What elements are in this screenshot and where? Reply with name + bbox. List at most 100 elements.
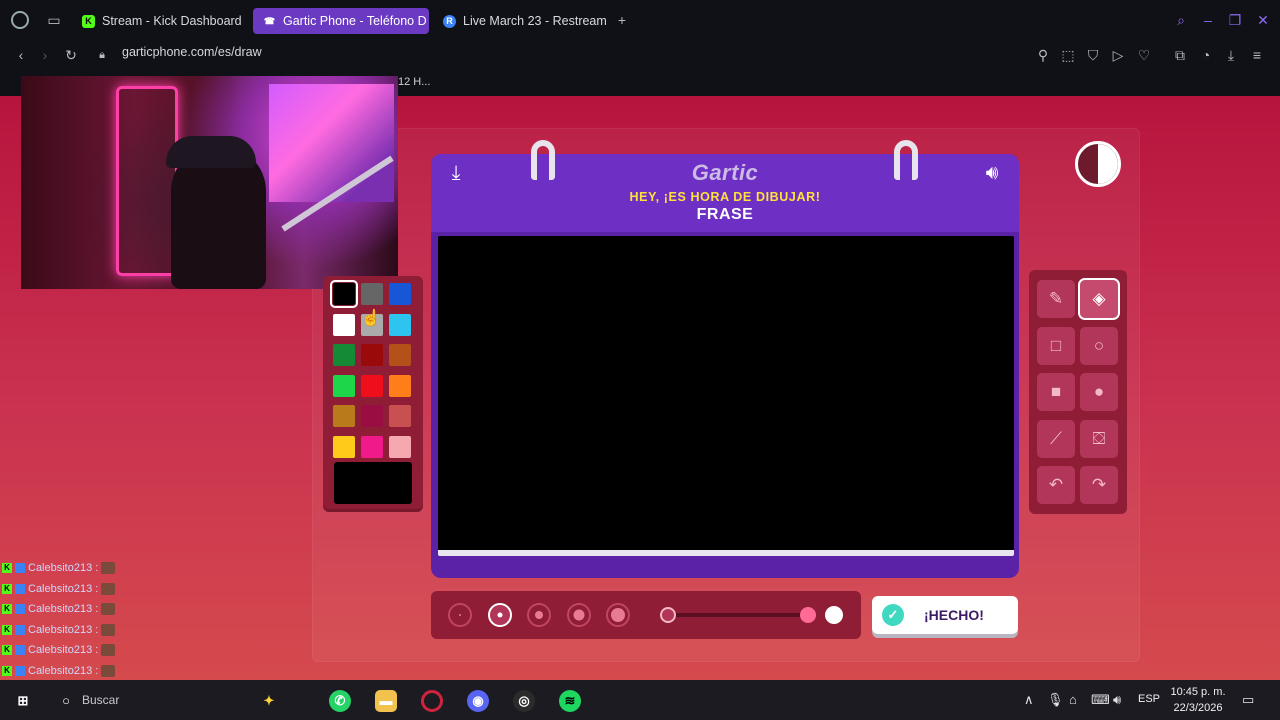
reload-icon[interactable]: ↻ (62, 46, 80, 64)
emote-icon (101, 664, 116, 677)
snapshot-icon[interactable]: ⬚ (1059, 46, 1077, 64)
brush-size-option[interactable] (487, 603, 512, 627)
color-swatch[interactable] (361, 283, 383, 305)
chat-username: Calebsito213 : (28, 664, 99, 677)
copilot-icon[interactable]: ✦ (258, 690, 280, 712)
square-outline-icon[interactable]: □ (1037, 327, 1075, 365)
taskbar-search[interactable]: Buscar (82, 693, 119, 707)
undo-icon[interactable]: ↶ (1037, 466, 1075, 504)
tab-label: Live March 23 - Restream (463, 14, 607, 28)
file-explorer-icon[interactable]: ▬ (375, 690, 397, 712)
shield-icon[interactable]: ⛉ (1084, 46, 1102, 64)
square-filled-icon[interactable]: ■ (1037, 373, 1075, 411)
opera-icon[interactable] (421, 690, 443, 712)
obs-icon[interactable]: ◎ (513, 690, 535, 712)
brush-size-option[interactable] (606, 603, 630, 627)
bookmark-item[interactable]: 12 H... (398, 76, 430, 88)
close-icon[interactable]: ✕ (1254, 11, 1272, 29)
browser-tab-bar: ▭ K Stream - Kick Dashboard ☎ Gartic Pho… (0, 0, 1280, 40)
color-swatch[interactable] (389, 344, 411, 366)
tab-gartic-phone[interactable]: ☎ Gartic Phone - Teléfono D (253, 8, 429, 34)
restore-icon[interactable]: ❐ (1226, 11, 1244, 29)
color-swatch[interactable] (361, 436, 383, 458)
color-swatch[interactable] (361, 405, 383, 427)
new-tab-button[interactable]: + (613, 11, 631, 29)
tab-restream[interactable]: R Live March 23 - Restream (433, 8, 611, 34)
color-swatch[interactable] (333, 375, 355, 397)
whatsapp-icon[interactable]: ✆ (329, 690, 351, 712)
color-swatch[interactable] (333, 405, 355, 427)
chat-message: K Calebsito213 : (2, 640, 132, 661)
profile-icon[interactable]: ◔ (1197, 46, 1215, 64)
color-swatch[interactable] (361, 375, 383, 397)
pin-icon[interactable]: ⚲ (1034, 46, 1052, 64)
discord-icon[interactable]: ◉ (467, 690, 489, 712)
language-indicator[interactable]: ESP (1138, 693, 1160, 705)
badge-icon (15, 583, 25, 594)
tab-label: Stream - Kick Dashboard (102, 14, 242, 28)
color-swatch[interactable] (361, 344, 383, 366)
url-field[interactable]: garticphone.com/es/draw (122, 45, 262, 59)
opacity-slider-track[interactable] (668, 613, 808, 617)
microphone-icon[interactable]: 🎙︎ (1047, 692, 1064, 708)
chat-username: Calebsito213 : (28, 644, 99, 657)
play-icon[interactable]: ▷ (1109, 46, 1127, 64)
search-icon[interactable]: ⌕ (1172, 11, 1190, 29)
spotify-icon[interactable]: ≋ (559, 690, 581, 712)
volume-icon[interactable]: 🔊︎ (1113, 692, 1121, 708)
color-swatch[interactable] (330, 280, 358, 308)
workspaces-icon[interactable]: ▭ (45, 11, 63, 29)
circle-filled-icon[interactable]: ● (1080, 373, 1118, 411)
brush-size-option[interactable] (448, 603, 472, 627)
chat-message: K Calebsito213 : (2, 599, 132, 620)
notifications-icon[interactable]: ▭ (1242, 692, 1254, 708)
color-swatch[interactable] (389, 436, 411, 458)
color-swatch[interactable] (333, 314, 355, 336)
color-swatch[interactable] (389, 405, 411, 427)
clock-date[interactable]: 22/3/2026 (1166, 702, 1230, 714)
badge-icon (15, 604, 25, 615)
color-swatch[interactable] (333, 344, 355, 366)
chevron-up-icon[interactable]: ∧ (1024, 692, 1034, 708)
kick-badge-icon: K (2, 583, 12, 594)
tray-app-icon[interactable]: ⌂ (1069, 692, 1077, 707)
color-swatch[interactable] (389, 375, 411, 397)
opacity-slider-handle[interactable] (800, 607, 816, 623)
badge-icon (15, 624, 25, 635)
drawing-canvas[interactable] (438, 236, 1014, 556)
wall-poster (269, 84, 394, 202)
redo-icon[interactable]: ↷ (1080, 466, 1118, 504)
color-swatch[interactable] (389, 283, 411, 305)
emote-icon (101, 562, 116, 575)
circle-outline-icon[interactable]: ○ (1080, 327, 1118, 365)
chat-username: Calebsito213 : (28, 623, 99, 636)
kick-badge-icon: K (2, 624, 12, 635)
volume-icon[interactable]: 🔊︎ (979, 160, 1005, 186)
clock-time[interactable]: 10:45 p. m. (1166, 686, 1230, 698)
search-icon[interactable]: ○ (55, 690, 77, 712)
pencil-icon[interactable]: ✎ (1037, 280, 1075, 318)
line-icon[interactable]: ⟋ (1037, 420, 1075, 458)
brush-size-option[interactable] (527, 603, 551, 627)
windows-start-icon[interactable]: ⊞ (12, 690, 34, 712)
fill-bucket-icon[interactable]: ⛋ (1080, 420, 1118, 458)
extensions-icon[interactable]: ⧉ (1171, 46, 1189, 64)
board-subtitle: HEY, ¡ES HORA DE DIBUJAR! (629, 190, 821, 204)
color-swatch[interactable] (389, 314, 411, 336)
kick-badge-icon: K (2, 665, 12, 676)
back-icon[interactable]: ‹ (12, 46, 30, 64)
tab-kick-dashboard[interactable]: K Stream - Kick Dashboard (72, 8, 248, 34)
eraser-icon[interactable]: ◈ (1078, 278, 1120, 320)
download-icon[interactable]: ⤓ (443, 160, 469, 186)
opera-menu-icon[interactable] (11, 11, 29, 29)
minimize-icon[interactable]: – (1199, 11, 1217, 29)
done-button[interactable]: ✓ ¡HECHO! (872, 596, 1018, 634)
menu-icon[interactable]: ≡ (1248, 46, 1266, 64)
chat-message: K Calebsito213 : (2, 620, 132, 641)
network-icon[interactable]: ⌨ (1091, 692, 1110, 708)
color-swatch[interactable] (333, 436, 355, 458)
brush-size-option[interactable] (566, 603, 591, 627)
download-icon[interactable]: ⤓ (1222, 46, 1240, 64)
heart-icon[interactable]: ♡ (1135, 46, 1153, 64)
forward-icon[interactable]: › (36, 46, 54, 64)
